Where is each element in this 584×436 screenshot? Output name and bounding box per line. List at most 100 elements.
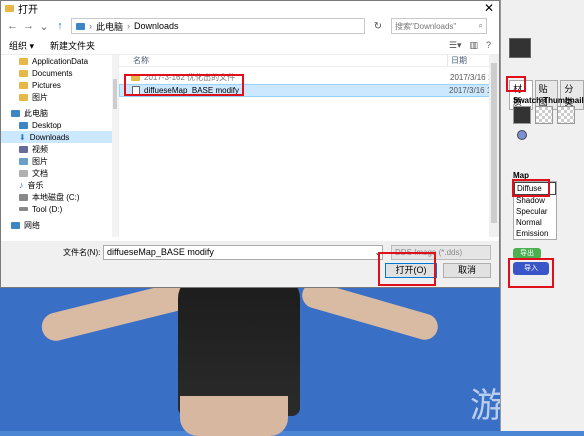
nav-item-images[interactable]: 图片	[1, 91, 118, 103]
music-icon: ♪	[19, 180, 24, 190]
open-file-dialog: 打开 ✕ ← → ⌄ ↑ › 此电脑 › Downloads ↻ 搜索"Down…	[0, 0, 500, 288]
model-dress	[178, 276, 300, 416]
filename-label: 文件名(N):	[63, 248, 101, 257]
highlight-diffuse	[512, 179, 550, 197]
nav-item-videos[interactable]: 视频	[1, 143, 118, 155]
map-item-normal[interactable]: Normal	[514, 217, 556, 228]
new-folder-button[interactable]: 新建文件夹	[50, 39, 95, 52]
back-arrow-icon[interactable]: ←	[7, 20, 18, 32]
breadcrumb-chevron-icon: ›	[127, 21, 131, 31]
swatch-transparent-2[interactable]	[557, 106, 575, 124]
nav-item-this-pc[interactable]: 此电脑	[1, 107, 118, 119]
search-input[interactable]: 搜索"Downloads" ⌕	[391, 18, 487, 34]
breadcrumb-item-downloads[interactable]: Downloads	[134, 21, 179, 31]
breadcrumb-chevron-icon: ›	[89, 21, 92, 31]
recent-chevron-icon[interactable]: ⌄	[39, 20, 49, 33]
swatch-transparent-1[interactable]	[535, 106, 553, 124]
nav-item-label: Tool (D:)	[32, 204, 63, 214]
pc-icon	[11, 109, 20, 117]
pc-icon	[76, 22, 85, 30]
highlight-open-button	[378, 252, 436, 286]
nav-scroll-thumb[interactable]	[113, 79, 117, 109]
folder-icon	[19, 69, 28, 77]
view-options-icon[interactable]: ☰▾	[449, 40, 462, 51]
document-icon	[19, 169, 28, 177]
nav-item-music[interactable]: ♪ 音乐	[1, 179, 118, 191]
model-left-arm	[38, 280, 192, 344]
map-item-specular[interactable]: Specular	[514, 206, 556, 217]
nav-item-label: 本地磁盘 (C:)	[32, 192, 80, 202]
search-placeholder: 搜索"Downloads"	[395, 21, 457, 31]
drive-icon	[19, 193, 28, 201]
view-controls: ☰▾ ▥ ?	[449, 40, 491, 51]
swatch-options-icon[interactable]	[517, 130, 527, 140]
nav-item-label: 图片	[32, 92, 48, 102]
nav-item-label: Documents	[32, 68, 73, 78]
file-list-scrollbar[interactable]	[489, 55, 499, 237]
forward-arrow-icon[interactable]: →	[23, 20, 34, 32]
highlight-import-button	[508, 258, 554, 288]
folder-icon	[19, 57, 28, 65]
close-icon[interactable]: ✕	[479, 1, 499, 15]
model-right-arm	[299, 279, 441, 343]
nav-item-label: Downloads	[29, 132, 70, 142]
file-scroll-thumb[interactable]	[491, 63, 497, 223]
nav-scrollbar[interactable]	[112, 55, 118, 237]
map-item-emission[interactable]: Emission	[514, 228, 556, 239]
dialog-content: ApplicationData Documents Pictures 图片 此电…	[1, 55, 499, 237]
swatch-dark[interactable]	[513, 106, 531, 124]
nav-item-label: ApplicationData	[32, 56, 89, 66]
dialog-app-icon	[5, 4, 14, 12]
organize-button[interactable]: 组织 ▾	[9, 39, 34, 52]
preview-pane-icon[interactable]: ▥	[469, 40, 478, 51]
address-bar-row: ← → ⌄ ↑ › 此电脑 › Downloads ↻ 搜索"Downloads…	[1, 15, 499, 37]
dialog-title: 打开	[18, 4, 38, 16]
filename-field[interactable]: diffueseMap_BASE modify	[103, 245, 383, 260]
nav-item-label: Pictures	[32, 80, 61, 90]
nav-item-label: 视频	[32, 144, 48, 154]
breadcrumb-item-pc[interactable]: 此电脑	[96, 20, 123, 33]
breadcrumb[interactable]: › 此电脑 › Downloads	[71, 18, 365, 34]
drive-icon	[19, 207, 28, 211]
help-icon[interactable]: ?	[486, 40, 491, 51]
3d-viewport[interactable]	[0, 268, 500, 436]
swatch-row	[513, 106, 575, 124]
video-icon	[19, 145, 28, 153]
dialog-toolbar: 组织 ▾ 新建文件夹 ☰▾ ▥ ?	[1, 37, 499, 55]
nav-item-label: Desktop	[32, 120, 62, 130]
nav-item-label: 网络	[24, 220, 40, 230]
file-list-header: 名称 日期	[119, 55, 499, 67]
nav-item-drive-c[interactable]: 本地磁盘 (C:)	[1, 191, 118, 203]
refresh-icon[interactable]: ↻	[371, 21, 385, 32]
search-icon: ⌕	[478, 21, 483, 30]
highlight-material-tab	[506, 76, 526, 92]
folder-icon	[19, 121, 28, 129]
swatch-title: Swatch Thumbnail	[513, 96, 584, 105]
material-side-panel: 材质 贴图 分类 Swatch Thumbnail Map Diffuse Sh…	[500, 0, 584, 431]
nav-item-network[interactable]: 网络	[1, 219, 118, 231]
picture-icon	[19, 157, 28, 165]
nav-item-docs[interactable]: 文档	[1, 167, 118, 179]
nav-item-applicationdata[interactable]: ApplicationData	[1, 55, 118, 67]
folder-icon	[19, 93, 28, 101]
nav-item-downloads[interactable]: ⬇ Downloads	[1, 131, 118, 143]
material-thumbnail[interactable]	[509, 38, 531, 58]
nav-item-label: 音乐	[27, 180, 44, 190]
navigation-pane: ApplicationData Documents Pictures 图片 此电…	[1, 55, 119, 237]
network-icon	[11, 221, 20, 229]
download-icon: ⬇	[19, 132, 26, 142]
nav-item-desktop[interactable]: Desktop	[1, 119, 118, 131]
highlight-file	[124, 74, 244, 96]
model-legs	[180, 396, 288, 436]
up-arrow-icon[interactable]: ↑	[55, 20, 65, 32]
nav-item-pictures[interactable]: Pictures	[1, 79, 118, 91]
nav-item-drive-d[interactable]: Tool (D:)	[1, 203, 118, 215]
folder-icon	[19, 81, 28, 89]
nav-item-label: 文档	[32, 168, 48, 178]
dialog-titlebar: 打开 ✕	[1, 1, 499, 16]
nav-item-label: 图片	[32, 156, 48, 166]
cancel-button[interactable]: 取消	[443, 263, 491, 278]
nav-item-pictures-2[interactable]: 图片	[1, 155, 118, 167]
nav-item-documents[interactable]: Documents	[1, 67, 118, 79]
column-header-name[interactable]: 名称	[119, 55, 447, 66]
